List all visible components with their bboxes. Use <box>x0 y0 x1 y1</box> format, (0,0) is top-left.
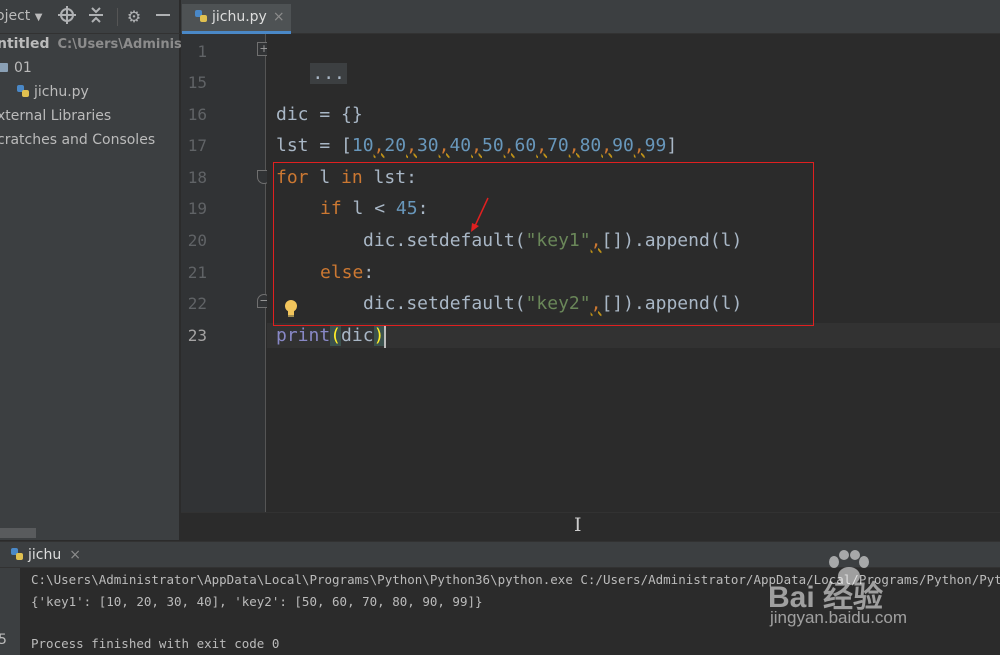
code-line-16: dic = {} <box>276 104 363 125</box>
i-beam-cursor-icon: I <box>574 514 582 536</box>
line-number-current: 23 <box>187 326 207 345</box>
python-run-icon <box>11 548 23 560</box>
console-exit-line: Process finished with exit code 0 <box>31 636 280 651</box>
line-number: 22 <box>187 294 207 313</box>
text-caret <box>384 326 386 348</box>
project-view-dropdown[interactable]: oject ▼ <box>0 8 42 24</box>
python-file-icon <box>17 85 29 97</box>
locate-target-icon[interactable] <box>57 6 77 28</box>
tree-item-scratches[interactable]: cratches and Consoles <box>0 129 155 151</box>
project-toolbar: oject ▼ ⚙ <box>0 0 180 34</box>
python-file-icon <box>195 10 207 22</box>
horizontal-scrollbar-thumb[interactable] <box>0 528 36 538</box>
annotation-arrow-icon <box>471 197 489 232</box>
close-icon[interactable]: × <box>273 9 285 25</box>
code-line-1: ... <box>267 41 347 84</box>
code-line-23: print(dic) <box>276 325 385 346</box>
tab-run-jichu[interactable]: jichu × <box>0 542 89 568</box>
tree-item-external-libraries[interactable]: xternal Libraries <box>0 105 111 127</box>
line-number: 1 <box>197 42 207 61</box>
run-toolbar: 5 <box>0 568 20 655</box>
line-number: 15 <box>187 73 207 92</box>
chevron-down-icon: ▼ <box>34 12 43 23</box>
gear-icon[interactable]: ⚙ <box>124 6 144 28</box>
folder-icon <box>0 63 8 72</box>
line-number: 20 <box>187 231 207 250</box>
line-number: 21 <box>187 263 207 282</box>
line-number: 18 <box>187 168 207 187</box>
hide-panel-icon[interactable] <box>153 6 173 28</box>
annotation-highlight-box <box>273 162 814 326</box>
line-number: 19 <box>187 199 207 218</box>
tree-item-jichu-py[interactable]: jichu.py <box>16 81 89 103</box>
line-number: 16 <box>187 105 207 124</box>
toolbar-divider <box>117 8 118 26</box>
tab-jichu-py[interactable]: jichu.py × <box>182 4 291 34</box>
editor-tab-bar: jichu.py × <box>181 0 1000 34</box>
baidu-jingyan-watermark: Bai 经验 jingyan.baidu.com <box>762 548 998 636</box>
project-panel: oject ▼ ⚙ ntitled C:\Users\Administra 01 … <box>0 0 203 540</box>
console-output-line: {'key1': [10, 20, 30, 40], 'key2': [50, … <box>31 594 483 609</box>
editor-bottom-strip <box>181 512 1000 540</box>
line-number: 17 <box>187 136 207 155</box>
collapse-all-icon[interactable] <box>86 6 106 28</box>
editor-gutter: 1 15 16 17 18 19 20 21 22 23 + − <box>181 34 271 512</box>
code-line-17: lst = [10,20,30,40,50,60,70,80,90,99] <box>276 135 678 156</box>
close-icon[interactable]: × <box>69 547 81 563</box>
folded-code-block[interactable]: ... <box>310 63 347 84</box>
tree-item-folder-01[interactable]: 01 <box>0 57 32 79</box>
tree-item-project-root[interactable]: ntitled C:\Users\Administra <box>0 33 203 55</box>
